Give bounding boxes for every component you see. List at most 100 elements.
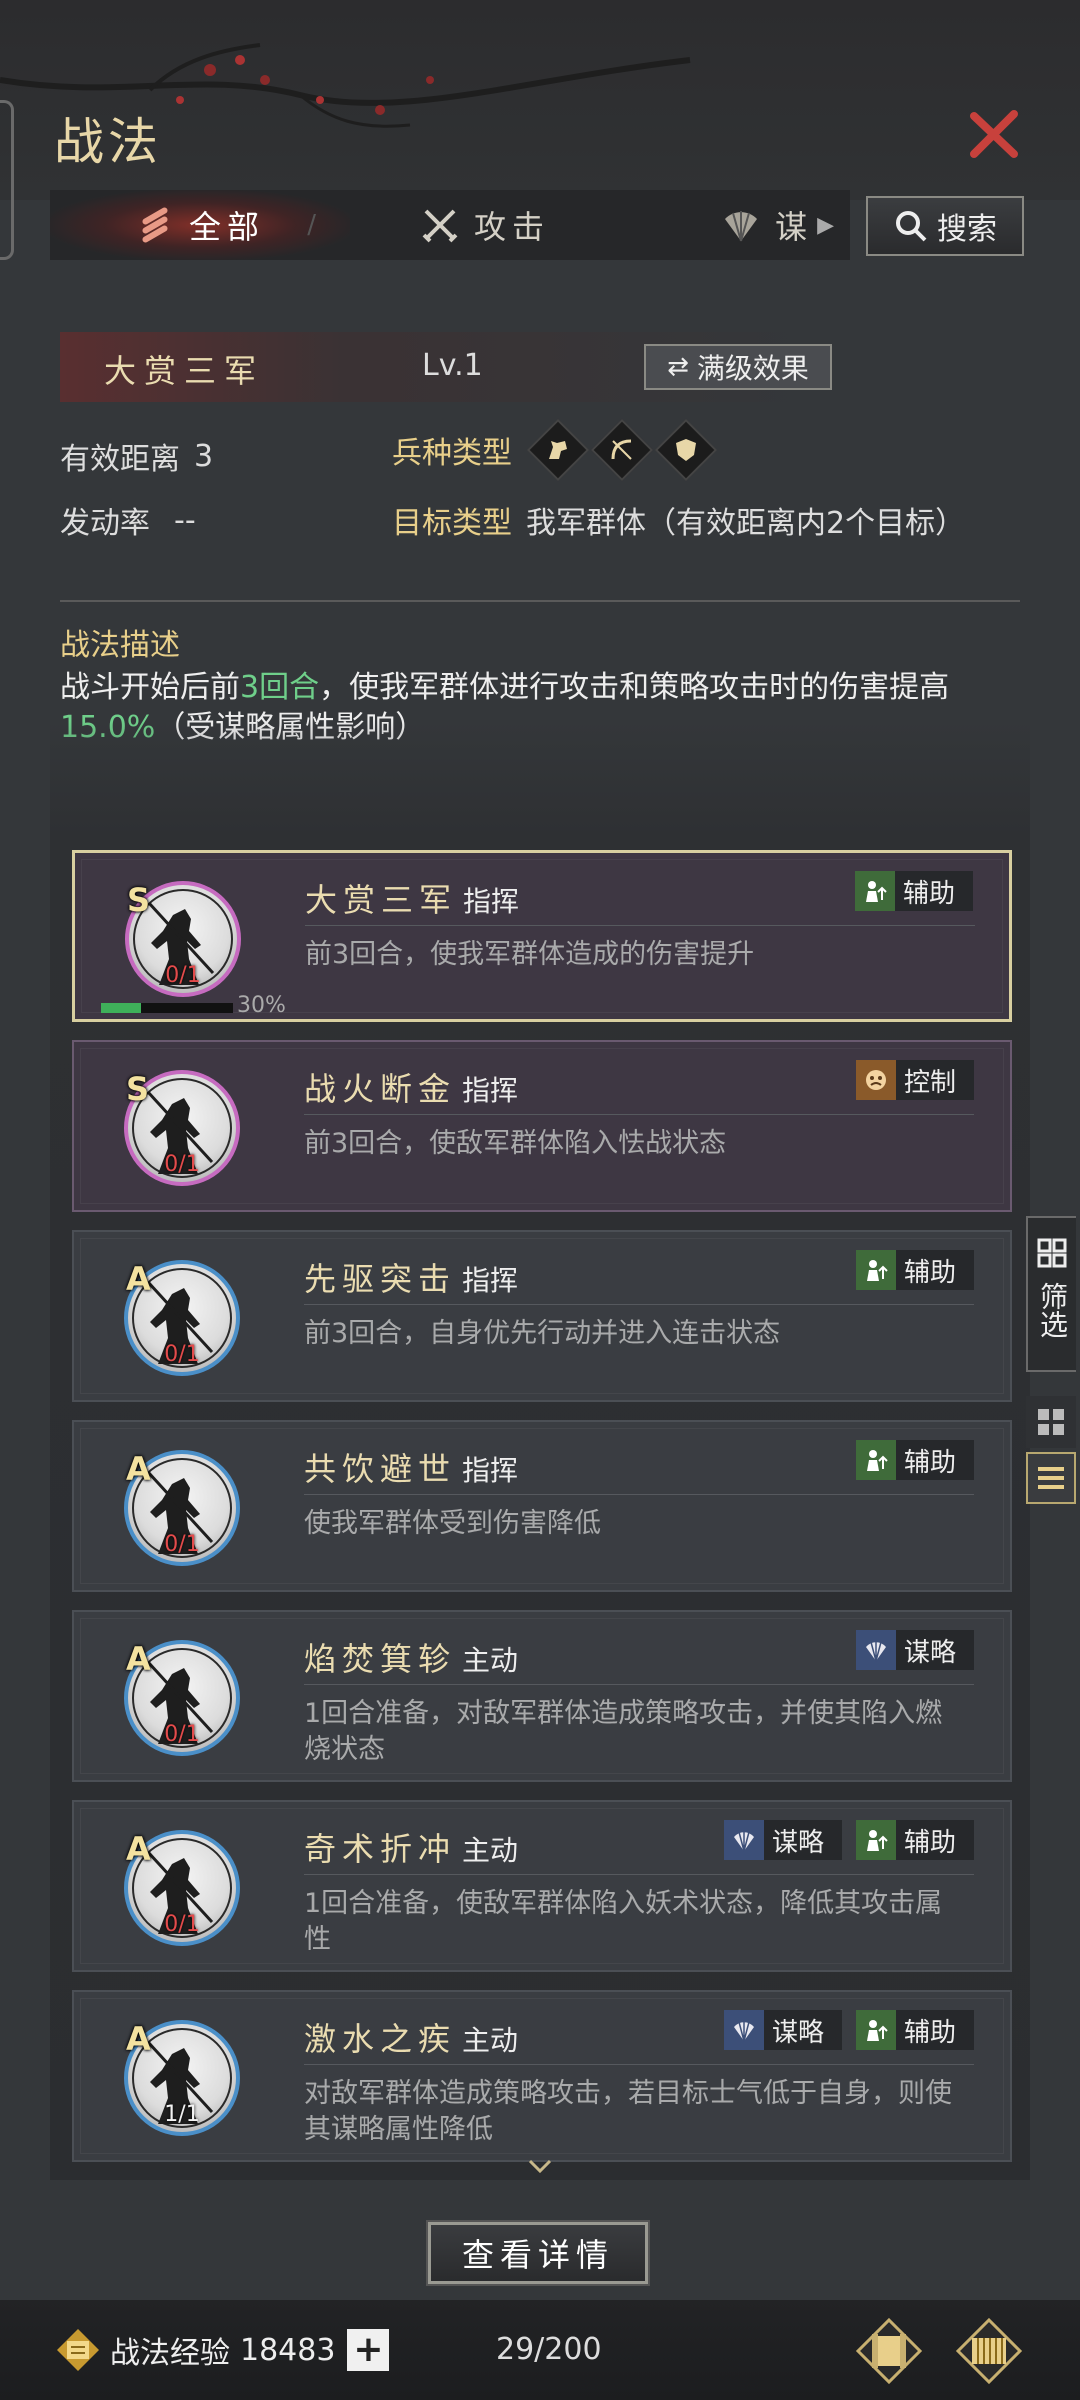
target-label: 目标类型 bbox=[392, 506, 512, 541]
card-description: 前3回合，使敌军群体陷入怯战状态 bbox=[304, 1128, 727, 1159]
card-tags: 谋略 辅助 bbox=[710, 1820, 974, 1860]
progress-bar bbox=[101, 1003, 233, 1013]
scroll-bundle-icon bbox=[135, 205, 175, 245]
search-button[interactable]: 搜索 bbox=[866, 196, 1024, 256]
skill-list[interactable]: S 0/1 大赏三军 指挥 辅助 前3回合，使我军群体造成的伤害提升 30% S … bbox=[50, 720, 1030, 2180]
skill-card[interactable]: A 0/1 奇术折冲 主动 谋略 辅助 1回合准备，使敌军群体陷入妖术状态，降低其… bbox=[72, 1800, 1012, 1972]
owned-count: 0/1 bbox=[165, 963, 201, 988]
card-name: 战火断金 指挥 bbox=[304, 1064, 518, 1110]
search-icon bbox=[893, 208, 929, 244]
card-name: 激水之疾 主动 bbox=[304, 2014, 518, 2060]
support-icon bbox=[855, 1820, 896, 1860]
card-tags: 辅助 bbox=[842, 1250, 974, 1290]
tab-separator: / bbox=[307, 210, 322, 240]
selected-skill-header: 大赏三军 Lv.1 ⇄ 满级效果 bbox=[60, 332, 1000, 402]
tag-badge: 辅助 bbox=[854, 871, 973, 911]
tag-badge: 辅助 bbox=[855, 1820, 974, 1860]
support-icon bbox=[854, 871, 895, 911]
list-view-button[interactable] bbox=[1026, 1452, 1076, 1504]
add-exp-button[interactable]: + bbox=[347, 2329, 390, 2371]
grade-badge: A bbox=[126, 1640, 151, 1678]
owned-count: 0/1 bbox=[164, 1532, 200, 1557]
description-title: 战法描述 bbox=[60, 628, 180, 663]
card-description: 使我军群体受到伤害降低 bbox=[304, 1508, 601, 1539]
tab-attack-label: 攻击 bbox=[473, 208, 550, 246]
range-row: 有效距离 3 bbox=[60, 434, 213, 478]
card-type: 主动 bbox=[462, 1834, 519, 1867]
bamboo-scroll-icon bbox=[955, 2317, 1023, 2385]
crossed-swords-icon bbox=[420, 205, 460, 245]
card-tags: 控制 bbox=[842, 1060, 974, 1100]
tag-label: 辅助 bbox=[902, 878, 955, 909]
card-type: 指挥 bbox=[462, 1454, 519, 1487]
bamboo-scroll-button[interactable] bbox=[952, 2314, 1026, 2388]
skill-card[interactable]: A 1/1 激水之疾 主动 谋略 辅助 对敌军群体造成策略攻击，若目标士气低于自身… bbox=[72, 1990, 1012, 2162]
search-label: 搜索 bbox=[937, 212, 997, 247]
tab-all[interactable]: 全部 / bbox=[50, 190, 350, 260]
trigger-value: -- bbox=[174, 502, 196, 538]
card-name-text: 战火断金 bbox=[304, 1070, 457, 1108]
tab-attack[interactable]: 攻击 bbox=[350, 190, 620, 260]
strategy-icon bbox=[723, 1820, 764, 1860]
card-description: 前3回合，自身优先行动并进入连击状态 bbox=[304, 1318, 781, 1349]
unit-type-row: 兵种类型 bbox=[392, 418, 718, 482]
cavalry-icon bbox=[526, 418, 590, 482]
card-divider bbox=[304, 1114, 974, 1115]
card-name-text: 焰焚箕轸 bbox=[304, 1640, 457, 1678]
grade-badge: S bbox=[127, 881, 151, 919]
scroll-book-button[interactable] bbox=[852, 2314, 926, 2388]
selected-skill-name: 大赏三军 bbox=[104, 352, 265, 390]
owned-count: 0/1 bbox=[164, 1152, 200, 1177]
tag-badge: 辅助 bbox=[855, 2010, 974, 2050]
support-icon bbox=[855, 1250, 896, 1290]
view-details-button[interactable]: 查看详情 bbox=[426, 2220, 650, 2286]
tag-label: 谋略 bbox=[771, 2017, 824, 2048]
skill-card[interactable]: A 0/1 先驱突击 指挥 辅助 前3回合，自身优先行动并进入连击状态 bbox=[72, 1230, 1012, 1402]
grade-badge: A bbox=[126, 1830, 151, 1868]
tag-label: 控制 bbox=[903, 1067, 956, 1098]
skill-exp: 战法经验 18483 + bbox=[50, 2322, 390, 2378]
card-divider bbox=[304, 2064, 974, 2065]
skill-card[interactable]: S 0/1 战火断金 指挥 控制 前3回合，使敌军群体陷入怯战状态 bbox=[72, 1040, 1012, 1212]
category-tabs: 全部 / 攻击 谋 ▶ bbox=[50, 190, 850, 260]
card-type: 指挥 bbox=[462, 1264, 519, 1297]
close-button[interactable] bbox=[966, 106, 1022, 162]
close-icon bbox=[970, 110, 1018, 158]
trigger-row: 发动率 -- bbox=[60, 498, 196, 542]
skill-card[interactable]: A 0/1 共饮避世 指挥 辅助 使我军群体受到伤害降低 bbox=[72, 1420, 1012, 1592]
card-divider bbox=[304, 1304, 974, 1305]
card-name-text: 先驱突击 bbox=[304, 1260, 457, 1298]
filter-grid-icon bbox=[1037, 1238, 1067, 1272]
grade-badge: A bbox=[126, 1450, 151, 1488]
card-name-text: 大赏三军 bbox=[305, 881, 458, 919]
range-label: 有效距离 bbox=[60, 442, 180, 477]
filter-button[interactable]: 筛选 bbox=[1026, 1216, 1076, 1372]
card-description: 1回合准备，对敌军群体造成策略攻击，并使其陷入燃烧状态 bbox=[304, 1698, 943, 1765]
tab-more-chevron-icon[interactable]: ▶ bbox=[817, 213, 840, 238]
scroll-down-icon[interactable] bbox=[528, 2158, 552, 2177]
control-icon bbox=[855, 1060, 896, 1100]
grid-view-button[interactable] bbox=[1026, 1396, 1076, 1448]
swap-icon: ⇄ bbox=[667, 352, 689, 382]
strategy-icon bbox=[723, 2010, 764, 2050]
grid-view-icon bbox=[1038, 1409, 1064, 1435]
card-description: 1回合准备，使敌军群体陷入妖术状态，降低其攻击属性 bbox=[304, 1888, 943, 1955]
tab-strategy-label: 谋 bbox=[775, 208, 814, 246]
card-type: 主动 bbox=[462, 2024, 519, 2057]
card-divider bbox=[304, 1494, 974, 1495]
trigger-label: 发动率 bbox=[60, 506, 150, 541]
grade-badge: A bbox=[126, 1260, 151, 1298]
max-effect-button[interactable]: ⇄ 满级效果 bbox=[644, 344, 832, 390]
desc-part2: ，使我军群体进行攻击和策略攻击时的伤害提高 bbox=[319, 670, 950, 705]
skill-capacity: 29/200 bbox=[496, 2332, 602, 2367]
skill-card[interactable]: S 0/1 大赏三军 指挥 辅助 前3回合，使我军群体造成的伤害提升 30% bbox=[72, 850, 1012, 1022]
card-description: 前3回合，使我军群体造成的伤害提升 bbox=[305, 939, 755, 970]
tag-badge: 谋略 bbox=[723, 1820, 842, 1860]
card-name: 先驱突击 指挥 bbox=[304, 1254, 518, 1300]
grade-badge: S bbox=[126, 1070, 150, 1108]
progress-label: 30% bbox=[237, 993, 286, 1018]
card-name: 大赏三军 指挥 bbox=[305, 875, 519, 921]
tab-strategy[interactable]: 谋 ▶ bbox=[620, 190, 850, 260]
side-edge-frame bbox=[0, 100, 14, 260]
skill-card[interactable]: A 0/1 焰焚箕轸 主动 谋略 1回合准备，对敌军群体造成策略攻击，并使其陷入燃… bbox=[72, 1610, 1012, 1782]
